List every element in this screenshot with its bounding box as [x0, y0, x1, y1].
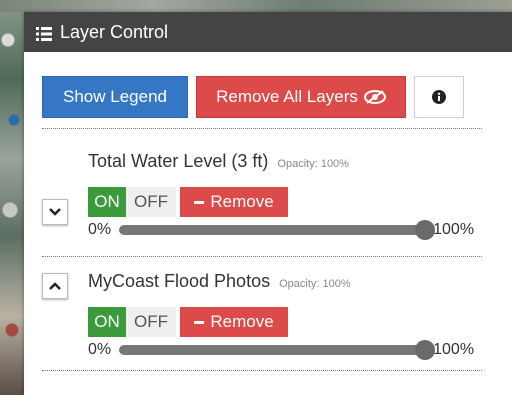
- eye-slash-icon: [363, 90, 386, 104]
- layer-name: MyCoast Flood Photos: [88, 271, 271, 291]
- remove-layer-button[interactable]: Remove: [180, 187, 288, 217]
- slider-min-label: 0%: [88, 341, 112, 358]
- slider-max-label: 100%: [433, 221, 475, 238]
- remove-label: Remove: [210, 312, 274, 331]
- opacity-slider[interactable]: [119, 340, 436, 360]
- map-background-top[interactable]: [0, 0, 512, 12]
- panel-body: Show Legend Remove All Layers Total Wate…: [24, 52, 512, 371]
- minus-icon: [194, 320, 205, 324]
- on-button[interactable]: ON: [88, 307, 126, 337]
- opacity-slider-row: 0% 100%: [88, 340, 482, 360]
- layer-opacity-text: Opacity: 100%: [279, 278, 351, 290]
- layer-item: MyCoast Flood Photos Opacity: 100% ON OF…: [42, 271, 482, 371]
- opacity-slider[interactable]: [119, 220, 436, 240]
- off-button[interactable]: OFF: [126, 187, 176, 217]
- layer-item: Total Water Level (3 ft) Opacity: 100% O…: [42, 151, 482, 257]
- slider-thumb[interactable]: [415, 340, 436, 360]
- info-button[interactable]: [414, 76, 464, 118]
- layer-opacity-text: Opacity: 100%: [277, 158, 349, 170]
- layer-controls: ON OFF Remove: [88, 307, 288, 337]
- panel-title: Layer Control: [60, 21, 169, 42]
- remove-layer-button[interactable]: Remove: [180, 307, 288, 337]
- layer-name: Total Water Level (3 ft): [88, 151, 269, 171]
- layer-control-panel: Layer Control Show Legend Remove All Lay…: [24, 12, 512, 395]
- layer-title: Total Water Level (3 ft) Opacity: 100%: [88, 151, 349, 172]
- opacity-slider-row: 0% 100%: [88, 220, 482, 240]
- collapse-toggle-button[interactable]: [42, 273, 68, 299]
- list-icon: [36, 25, 52, 41]
- remove-all-layers-button[interactable]: Remove All Layers: [196, 76, 406, 118]
- layer-title: MyCoast Flood Photos Opacity: 100%: [88, 271, 351, 292]
- chevron-up-icon: [49, 282, 61, 290]
- remove-label: Remove: [210, 192, 274, 211]
- top-button-row: Show Legend Remove All Layers: [42, 76, 482, 129]
- minus-icon: [194, 200, 205, 204]
- panel-header[interactable]: Layer Control: [24, 12, 512, 52]
- on-button[interactable]: ON: [88, 187, 126, 217]
- off-button[interactable]: OFF: [126, 307, 176, 337]
- slider-max-label: 100%: [433, 341, 475, 358]
- layer-controls: ON OFF Remove: [88, 187, 288, 217]
- slider-thumb[interactable]: [415, 220, 436, 240]
- slider-min-label: 0%: [88, 221, 112, 238]
- remove-all-label: Remove All Layers: [216, 87, 358, 106]
- show-legend-button[interactable]: Show Legend: [42, 76, 188, 118]
- collapse-toggle-button[interactable]: [42, 199, 68, 225]
- chevron-down-icon: [49, 208, 61, 216]
- info-circle-icon: [432, 90, 446, 104]
